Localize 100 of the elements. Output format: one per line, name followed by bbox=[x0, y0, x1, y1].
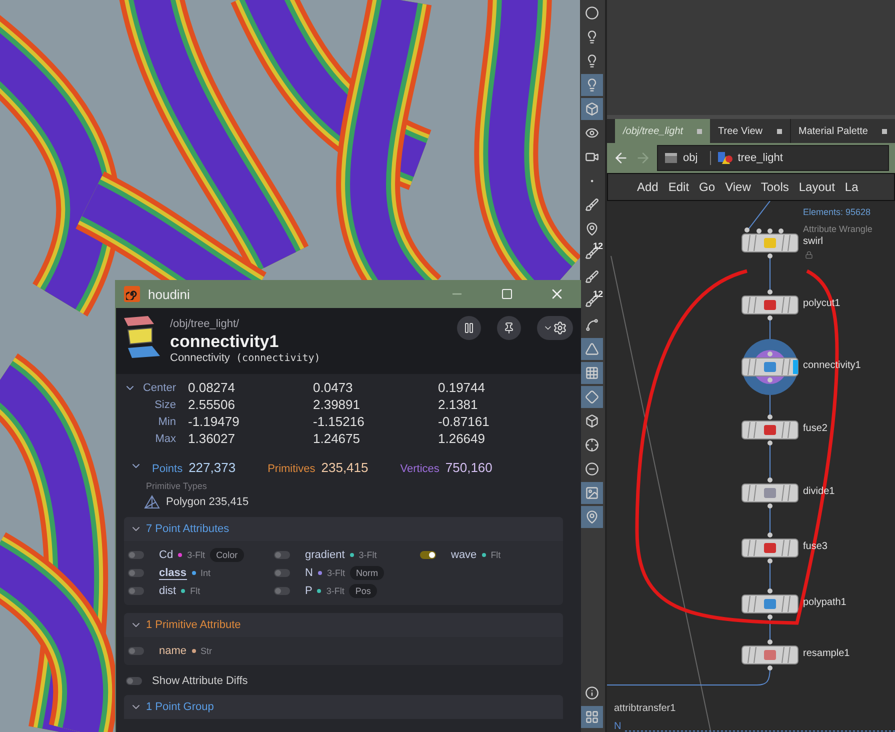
toggle-switch[interactable] bbox=[274, 569, 290, 577]
bounds-value: 0.08274 bbox=[187, 380, 236, 395]
back-icon[interactable] bbox=[613, 150, 629, 166]
toggle-switch[interactable] bbox=[274, 551, 290, 559]
pane-tab[interactable]: Material Palette bbox=[790, 119, 895, 143]
pause-button[interactable] bbox=[457, 316, 481, 340]
toolbar-button[interactable] bbox=[581, 362, 603, 384]
toolbar-button[interactable] bbox=[581, 706, 603, 728]
network-node[interactable] bbox=[742, 339, 798, 395]
node-label: attribtransfer1 bbox=[614, 703, 676, 714]
bounds-value: -1.15216 bbox=[312, 414, 366, 429]
menu-item[interactable]: Edit bbox=[663, 180, 694, 194]
bounds-value: 1.24675 bbox=[312, 431, 361, 446]
bounds-label: Min bbox=[157, 416, 177, 428]
bounds-value: 2.55506 bbox=[187, 397, 236, 412]
menu-item[interactable]: Tools bbox=[756, 180, 794, 194]
attribute-tag: Color bbox=[210, 548, 244, 562]
map-pin-icon bbox=[585, 222, 599, 236]
network-node[interactable] bbox=[742, 228, 798, 258]
toggle-switch[interactable] bbox=[126, 677, 142, 685]
node-label: fuse2 bbox=[803, 423, 828, 434]
sphere-icon bbox=[585, 6, 599, 20]
light-bulb-icon bbox=[585, 30, 599, 44]
attribute-tag: Norm bbox=[350, 566, 384, 580]
path-crumb[interactable]: tree_light bbox=[716, 151, 783, 165]
toggle-switch[interactable] bbox=[420, 551, 436, 559]
bounds-value: 0.19744 bbox=[437, 380, 486, 395]
toolbar-button[interactable]: 12 bbox=[581, 290, 603, 312]
menu-item[interactable]: Go bbox=[694, 180, 720, 194]
network-node[interactable] bbox=[742, 290, 798, 320]
maximize-icon bbox=[501, 288, 513, 300]
attribute-type: 3-Flt bbox=[187, 550, 206, 560]
attribute-name[interactable]: N bbox=[305, 567, 313, 579]
wire-line bbox=[746, 201, 770, 232]
light-bulb-icon bbox=[585, 78, 599, 92]
toggle-switch[interactable] bbox=[128, 587, 144, 595]
bounds-label: Max bbox=[154, 432, 177, 444]
toggle-switch[interactable] bbox=[128, 647, 144, 655]
camera-icon bbox=[585, 150, 599, 164]
attribute-name[interactable]: gradient bbox=[305, 549, 345, 561]
pin-button[interactable] bbox=[497, 316, 521, 340]
count-label: 12 bbox=[592, 289, 603, 299]
primitive-type: Polygon 235,415 bbox=[166, 496, 249, 508]
network-node[interactable] bbox=[742, 478, 798, 508]
toolbar-button[interactable] bbox=[581, 98, 603, 120]
toggle-switch[interactable] bbox=[128, 551, 144, 559]
network-node[interactable] bbox=[742, 640, 798, 670]
attribute-name[interactable]: name bbox=[159, 645, 187, 657]
settings-button[interactable] bbox=[537, 316, 573, 340]
bounds-value: 0.0473 bbox=[312, 380, 354, 395]
path-field[interactable]: obj tree_light bbox=[657, 145, 889, 171]
node-label: polypath1 bbox=[803, 597, 846, 608]
toolbar-button[interactable] bbox=[581, 506, 603, 528]
section-header[interactable]: 1 Point Group bbox=[124, 695, 563, 719]
bounds-value: 1.36027 bbox=[187, 431, 236, 446]
attribute-name[interactable]: dist bbox=[159, 585, 176, 597]
info-icon bbox=[585, 686, 599, 700]
attribute-type: Int bbox=[200, 568, 211, 578]
attribute-name[interactable]: Cd bbox=[159, 549, 174, 561]
toolbar-button[interactable] bbox=[581, 482, 603, 504]
cube-icon bbox=[585, 102, 599, 116]
image-icon bbox=[585, 486, 599, 500]
bounds-value: 1.26649 bbox=[437, 431, 486, 446]
attribute-name[interactable]: wave bbox=[451, 549, 477, 561]
attribute-name[interactable]: P bbox=[305, 585, 312, 597]
window-title: houdini bbox=[148, 286, 191, 302]
menu-item[interactable]: View bbox=[720, 180, 756, 194]
toolbar-button[interactable]: 12 bbox=[581, 242, 603, 264]
light-bulb-icon bbox=[585, 54, 599, 68]
attribute-type: 3-Flt bbox=[326, 568, 345, 578]
eye-icon bbox=[585, 126, 599, 140]
menu-item[interactable]: Layout bbox=[794, 180, 840, 194]
toolbar-button[interactable] bbox=[581, 338, 603, 360]
node-path: /obj/tree_light/ bbox=[170, 318, 240, 330]
attribute-tag: Pos bbox=[349, 584, 377, 598]
toolbar-button[interactable] bbox=[581, 74, 603, 96]
attribute-name[interactable]: class bbox=[159, 566, 187, 580]
network-node[interactable] bbox=[742, 532, 798, 564]
node-type: Connectivity (connectivity) bbox=[170, 352, 322, 364]
section-header[interactable]: 7 Point Attributes bbox=[124, 517, 563, 541]
menu-item[interactable]: La bbox=[840, 180, 864, 194]
toggle-switch[interactable] bbox=[274, 587, 290, 595]
node-label: N bbox=[614, 721, 622, 732]
bounds-value: -0.87161 bbox=[437, 414, 490, 429]
toggle-label: Show Attribute Diffs bbox=[152, 675, 248, 687]
network-node[interactable] bbox=[742, 414, 798, 446]
section-header[interactable]: 1 Primitive Attribute bbox=[124, 613, 563, 637]
diamond-icon bbox=[585, 390, 599, 404]
toggle-switch[interactable] bbox=[128, 569, 144, 577]
path-crumb[interactable]: obj bbox=[664, 152, 698, 164]
count-label: Primitives bbox=[268, 463, 316, 475]
network-node[interactable] bbox=[742, 588, 798, 620]
pane-tab[interactable]: Tree View bbox=[710, 119, 791, 143]
toolbar-button[interactable] bbox=[581, 386, 603, 408]
crosshair-icon bbox=[585, 438, 599, 452]
pin-icon bbox=[503, 322, 515, 334]
menu-item[interactable]: Add bbox=[632, 180, 664, 194]
attribute-type: Flt bbox=[490, 550, 501, 560]
bounds-value: 2.1381 bbox=[437, 397, 479, 412]
lock-icon[interactable] bbox=[805, 251, 813, 259]
